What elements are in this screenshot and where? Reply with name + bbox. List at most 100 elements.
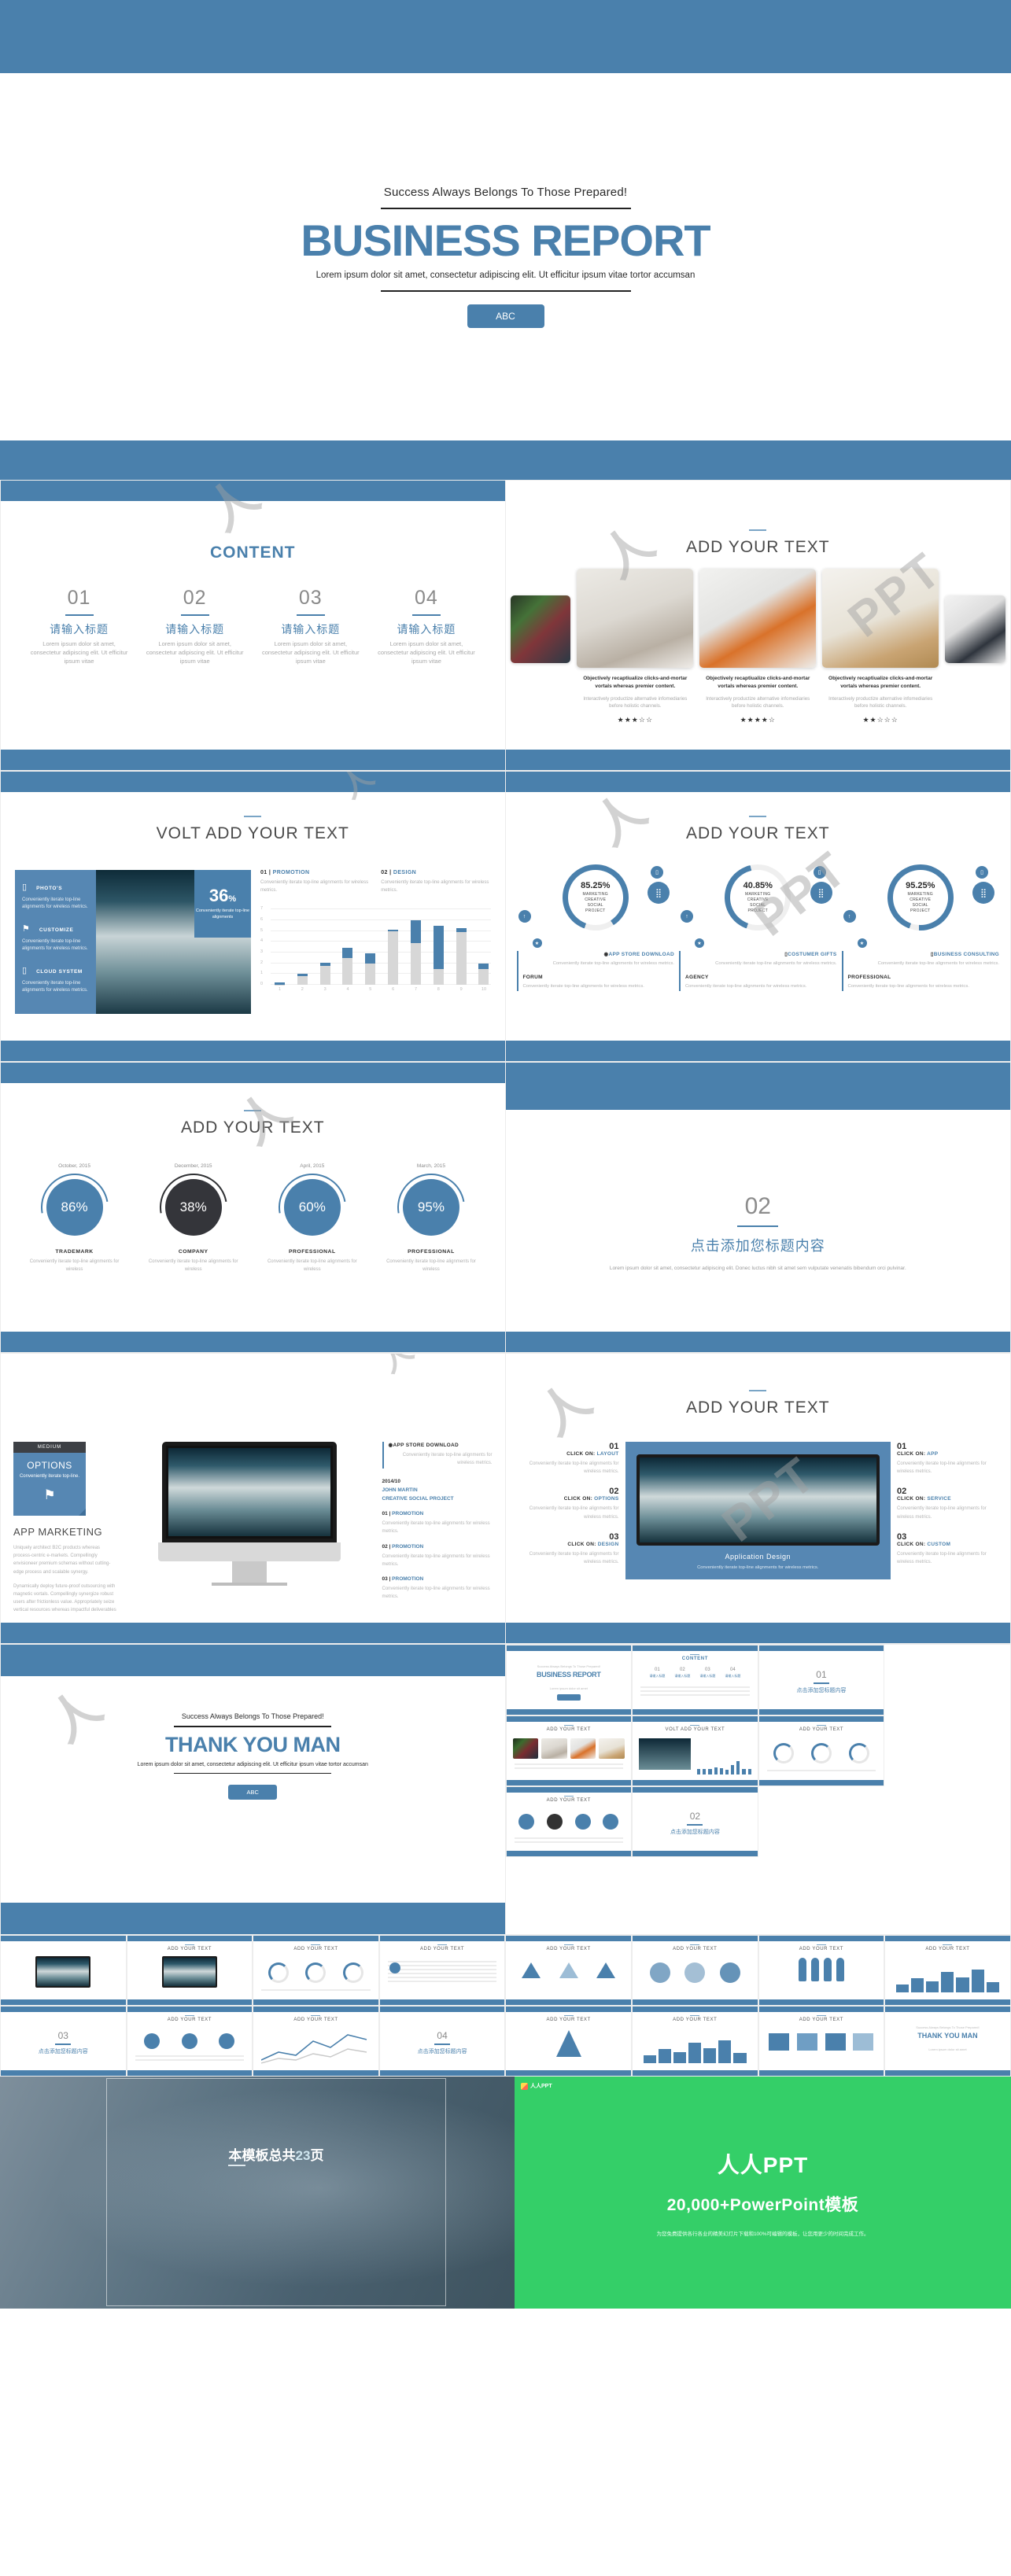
slide-thumbnail[interactable]: ADD YOUR TEXT xyxy=(378,1935,506,2006)
photo-card[interactable]: Objectively recaptiualize clicks-and-mor… xyxy=(699,569,817,724)
thumb-people-icons xyxy=(798,1958,844,1981)
content-item[interactable]: 03 请输入标题 Lorem ipsum dolor sit amet, con… xyxy=(253,587,368,666)
slide-donut[interactable]: ADD YOUR TEXT 85.25% MARKETING CREATIVE SOC… xyxy=(505,771,1011,1062)
percent-item[interactable]: October, 2015 86% TRADEMARK Conveniently it… xyxy=(15,1163,134,1273)
photo-card[interactable] xyxy=(945,569,1005,663)
donut-item[interactable]: 40.85% MARKETING CREATIVE SOCIAL PROJECT ▯ ⣿ ↑ ★… xyxy=(679,864,837,991)
slide-section-divider[interactable]: 02 点击添加您标题内容 Lorem ipsum dolor sit amet,… xyxy=(505,1062,1011,1353)
speaker-icon[interactable]: ▯ xyxy=(651,866,663,879)
volt-column-text: Conveniently iterate top-line alignments… xyxy=(260,880,369,893)
slide-photos[interactable]: ADD YOUR TEXT Objectively recaptiualize … xyxy=(505,480,1011,771)
slide-percent[interactable]: ADD YOUR TEXT October, 2015 86% TRADEMARK C… xyxy=(0,1062,506,1353)
slide-thumbnail[interactable]: ADD YOUR TEXT xyxy=(631,2006,758,2077)
thumb-bottom-band xyxy=(632,2070,758,2076)
slide-thumbnail[interactable]: ADD YOUR TEXT xyxy=(505,1786,633,1857)
grid-icon[interactable]: ⣿ xyxy=(972,882,994,904)
thumb-section-number: 03 xyxy=(57,2030,68,2041)
volt-feature-title: CLOUD SYSTEM xyxy=(36,969,83,975)
slide-volt[interactable]: VOLT ADD YOUR TEXT ▯ PHOTO'S Conveniently… xyxy=(0,771,506,1062)
thumb-top-band xyxy=(379,1936,505,1941)
content-item[interactable]: 01 请输入标题 Lorem ipsum dolor sit amet, con… xyxy=(21,587,137,666)
arrow-up-icon[interactable]: ↑ xyxy=(518,910,531,923)
gift-icon[interactable]: ▯ xyxy=(813,866,826,879)
slide-thumbnail[interactable]: VOLT ADD YOUR TEXT xyxy=(632,1715,758,1786)
slide-thumbnail[interactable]: ADD YOUR TEXT xyxy=(505,1715,633,1786)
volt-feature[interactable]: ⚑ CUSTOMIZE Conveniently iterate top-line… xyxy=(22,921,89,953)
percent-item[interactable]: December, 2015 38% COMPANY Conveniently ite… xyxy=(134,1163,253,1273)
phone-icon: ▯ xyxy=(22,883,28,892)
chart-x-tick: 10 xyxy=(481,987,487,993)
thumb-dots xyxy=(134,2033,246,2049)
content-item[interactable]: 02 请输入标题 Lorem ipsum dolor sit amet, con… xyxy=(137,587,253,666)
donut-item[interactable]: 95.25% MARKETING CREATIVE SOCIAL PROJECT ▯ ⣿ ↑ ★… xyxy=(841,864,999,991)
slide-thumbnail[interactable]: THANK YOU MAN Success Always Belongs To T… xyxy=(884,2006,1011,2077)
thumb-bottom-band xyxy=(758,1999,884,2005)
chart-y-tick: 6 xyxy=(260,916,264,922)
slide-content[interactable]: CONTENT 01 请输入标题 Lorem ipsum dolor sit a… xyxy=(0,480,506,771)
slide-thumbnail[interactable]: BUSINESS REPORT Success Always Belongs To… xyxy=(505,1645,633,1715)
app-right-block[interactable]: ◉APP STORE DOWNLOAD Conveniently iterate… xyxy=(382,1442,493,1469)
app-key-item[interactable]: 01 | PROMOTION Conveniently iterate top-… xyxy=(382,1511,493,1535)
slide-thumbnail[interactable]: ADD YOUR TEXT xyxy=(758,1715,885,1786)
briefcase-icon[interactable]: ▯ xyxy=(976,866,988,879)
slide-thumbnail[interactable]: ADD YOUR TEXT xyxy=(253,1935,379,2006)
grid-icon[interactable]: ⣿ xyxy=(810,882,832,904)
volt-feature-text: Conveniently iterate top-line alignments… xyxy=(22,897,88,909)
slide-bottom-band xyxy=(505,1041,1010,1061)
slide-thumbnail[interactable]: CONTENT 01 请输入标题 02 请输入标题 03 请输入标题 04 请输入标题 xyxy=(632,1645,758,1715)
design-item[interactable]: 03 CLICK ON: DESIGN Conveniently iterate… xyxy=(518,1532,619,1566)
slide-thumbnail[interactable]: ADD YOUR TEXT xyxy=(253,2006,379,2077)
design-title: ADD YOUR TEXT xyxy=(685,1399,830,1417)
arrow-up-icon[interactable]: ↑ xyxy=(843,910,856,923)
options-card[interactable]: MEDIUM OPTIONS Conveniently iterate top-… xyxy=(13,1442,86,1516)
photo-caption: Objectively recaptiualize clicks-and-mor… xyxy=(706,676,810,689)
design-item[interactable]: 02 CLICK ON: OPTIONS Conveniently iterat… xyxy=(518,1487,619,1520)
photo-card[interactable] xyxy=(510,569,571,663)
photo-card[interactable]: Objectively recaptiualize clicks-and-mor… xyxy=(577,569,694,724)
app-key-text: Conveniently iterate top-line alignments… xyxy=(382,1586,490,1600)
divider-rule xyxy=(737,1225,779,1227)
slide-bottom-band xyxy=(1,1332,505,1352)
thumb-title: ADD YOUR TEXT xyxy=(546,1798,591,1803)
slide-thumbnail[interactable]: 02 点击添加您标题内容 xyxy=(632,1786,758,1857)
chart-x-tick: 6 xyxy=(392,987,395,993)
thumb-top-band xyxy=(1,1936,126,1941)
thumb-top-band xyxy=(253,1936,378,1941)
design-item[interactable]: 01 CLICK ON: LAYOUT Conveniently iterate… xyxy=(518,1442,619,1476)
volt-feature[interactable]: ▯ CLOUD SYSTEM Conveniently iterate top-l… xyxy=(22,963,89,994)
chart-bar: 3 xyxy=(319,908,330,992)
donut-item[interactable]: 85.25% MARKETING CREATIVE SOCIAL PROJECT ▯ ⣿ ↑ ★… xyxy=(516,864,674,991)
slide-thumbnail[interactable]: ADD YOUR TEXT xyxy=(631,1935,758,2006)
slide-thumbnail[interactable]: ADD YOUR TEXT xyxy=(505,2006,632,2077)
app-key-item[interactable]: 02 | PROMOTION Conveniently iterate top-… xyxy=(382,1544,493,1568)
slide-thumbnail[interactable] xyxy=(0,1935,127,2006)
thanks-abc-button[interactable]: ABC xyxy=(228,1785,278,1800)
slide-thumbnail[interactable]: ADD YOUR TEXT xyxy=(126,2006,253,2077)
slide-app-marketing[interactable]: MEDIUM OPTIONS Conveniently iterate top-… xyxy=(0,1353,506,1644)
percent-item[interactable]: April, 2015 60% PROFESSIONAL Conveniently i… xyxy=(253,1163,371,1273)
design-item[interactable]: 01 CLICK ON: APP Conveniently iterate to… xyxy=(897,1442,998,1476)
slide-thumbnail[interactable]: ADD YOUR TEXT xyxy=(758,2006,885,2077)
design-item[interactable]: 02 CLICK ON: SERVICE Conveniently iterat… xyxy=(897,1487,998,1520)
percent-item[interactable]: March, 2015 95% PROFESSIONAL Conveniently i… xyxy=(371,1163,490,1273)
arrow-up-icon[interactable]: ↑ xyxy=(681,910,693,923)
slide-thumbnail[interactable]: 03 点击添加您标题内容 xyxy=(0,2006,127,2077)
slide-thumbnail[interactable]: 01 点击添加您标题内容 xyxy=(758,1645,885,1715)
photo-subcaption: Interactively productize alternative inf… xyxy=(706,695,810,709)
volt-column[interactable]: 01 | PROMOTION Conveniently iterate top-… xyxy=(260,870,370,894)
slide-thumbnail[interactable]: ADD YOUR TEXT xyxy=(758,1935,885,2006)
volt-feature[interactable]: ▯ PHOTO'S Conveniently iterate top-line a… xyxy=(22,879,89,911)
slide-thumbnail[interactable]: ADD YOUR TEXT xyxy=(126,1935,253,2006)
slide-thumbnail[interactable]: ADD YOUR TEXT xyxy=(505,1935,632,2006)
content-item[interactable]: 04 请输入标题 Lorem ipsum dolor sit amet, con… xyxy=(368,587,484,666)
slide-application-design[interactable]: ADD YOUR TEXT 01 CLICK ON: LAYOUT Conven… xyxy=(505,1353,1011,1644)
grid-icon[interactable]: ⣿ xyxy=(648,882,670,904)
cover-abc-button[interactable]: ABC xyxy=(467,304,544,328)
slide-thumbnail[interactable]: ADD YOUR TEXT xyxy=(884,1935,1011,2006)
slide-thumbnail[interactable]: 04 点击添加您标题内容 xyxy=(378,2006,506,2077)
photo-card[interactable]: Objectively recaptiualize clicks-and-mor… xyxy=(822,569,939,724)
design-item[interactable]: 03 CLICK ON: CUSTOM Conveniently iterate… xyxy=(897,1532,998,1566)
volt-column[interactable]: 02 | DESIGN Conveniently iterate top-lin… xyxy=(381,870,490,894)
app-key-item[interactable]: 03 | PROMOTION Conveniently iterate top-… xyxy=(382,1576,493,1601)
slide-thank-you[interactable]: Success Always Belongs To Those Prepared… xyxy=(0,1644,506,1935)
